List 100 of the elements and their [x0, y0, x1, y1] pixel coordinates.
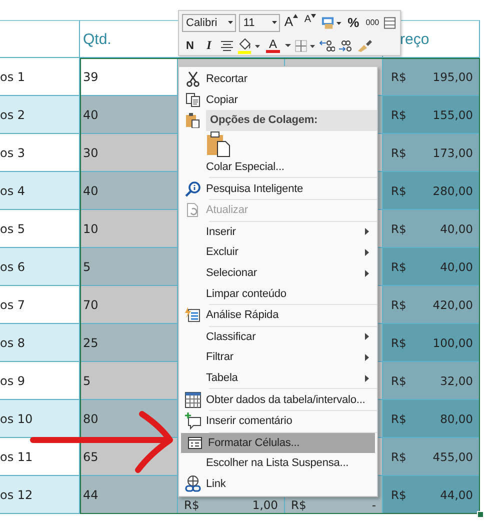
menu-item[interactable]: Análise Rápida [179, 304, 377, 326]
menu-item[interactable]: Filtrar [179, 347, 377, 368]
table-cell: 100,00 [432, 336, 473, 350]
submenu-arrow-icon [365, 270, 369, 277]
menu-item[interactable]: Colar Especial... [179, 156, 377, 178]
font-color-button[interactable]: A [264, 37, 282, 54]
font-size-dropdown[interactable]: 11 [239, 14, 280, 32]
table-cell[interactable]: 25 [80, 324, 178, 362]
menu-item[interactable]: Inserir [179, 222, 377, 242]
table-cell[interactable]: 80 [80, 400, 178, 438]
format-painter-icon[interactable] [357, 38, 373, 52]
increase-decimal-icon[interactable] [319, 38, 335, 52]
thousands-separator-button[interactable]: 000 [364, 14, 380, 31]
submenu-arrow-icon [365, 228, 369, 236]
menu-item[interactable]: Link [179, 474, 377, 494]
caret-icon[interactable] [285, 44, 291, 48]
table-cell: os 8 [0, 336, 26, 350]
table-cell: os 5 [0, 222, 26, 236]
decrease-decimal-icon[interactable] [338, 38, 354, 52]
italic-button[interactable]: I [201, 37, 217, 54]
menu-item[interactable]: Formatar Células... [181, 432, 375, 454]
font-name-dropdown[interactable]: Calibri [182, 14, 236, 32]
table-cell: 32,00 [440, 374, 473, 388]
table-cell: 40,00 [440, 222, 473, 236]
menu-item[interactable]: Classificar [179, 326, 377, 348]
submenu-arrow-icon [365, 333, 369, 340]
currency-symbol: R$ [391, 108, 406, 122]
currency-symbol: R$ [391, 336, 406, 350]
menu-item[interactable]: Excluir [179, 242, 377, 263]
table-cell: 40,00 [440, 260, 473, 274]
currency-symbol: R$ [391, 488, 406, 502]
table-cell: os 4 [0, 184, 26, 198]
currency-symbol: R$ [391, 260, 406, 274]
quick-analysis-icon [184, 307, 200, 324]
down-triangle-icon [311, 14, 316, 18]
table-cell: 420,00 [432, 298, 473, 312]
table-cell[interactable]: 39 [80, 58, 178, 96]
search-icon [184, 180, 200, 197]
table-cell: 80,00 [440, 412, 473, 426]
table-cell: 455,00 [432, 450, 473, 464]
format-cells-icon [186, 434, 202, 451]
table-cell: R$ [291, 498, 306, 512]
menu-item[interactable]: Tabela [179, 368, 377, 388]
table-cell: os 12 [0, 488, 33, 502]
fill-color-icon[interactable] [237, 38, 261, 54]
menu-section-header: Opções de Colagem: [206, 110, 377, 131]
submenu-arrow-icon [365, 248, 369, 256]
table-format-icon[interactable] [383, 16, 397, 30]
table-cell[interactable]: 40 [80, 172, 178, 210]
table-cell: R$ [184, 498, 200, 512]
currency-symbol: R$ [391, 146, 406, 160]
menu-item[interactable]: Obter dados da tabela/intervalo... [179, 389, 377, 410]
scissors-icon [184, 71, 200, 88]
link-icon [184, 474, 202, 493]
table-cell[interactable]: 10 [80, 210, 178, 248]
menu-item[interactable]: Selecionar [179, 262, 377, 284]
menu-item[interactable]: Copiar [179, 90, 377, 110]
bold-button[interactable]: N [182, 37, 198, 54]
table-cell[interactable]: 44 [80, 476, 178, 514]
copy-icon [184, 92, 200, 108]
menu-item[interactable]: Recortar [179, 69, 377, 90]
table-cell: os 3 [0, 146, 26, 160]
table-cell[interactable]: 30 [80, 134, 178, 172]
comment-icon [184, 412, 202, 430]
table-cell: 280,00 [432, 184, 473, 198]
menu-item[interactable]: Inserir comentário [179, 410, 377, 432]
table-cell: os 7 [0, 298, 26, 312]
table-cell: 1,00 [252, 498, 278, 512]
currency-symbol: R$ [391, 412, 406, 426]
borders-icon[interactable] [294, 38, 316, 52]
menu-item[interactable]: Limpar conteúdo [179, 283, 377, 304]
submenu-arrow-icon [365, 354, 369, 361]
table-cell: os 10 [0, 412, 33, 426]
column-header: Qtd. [80, 20, 178, 58]
submenu-arrow-icon [365, 374, 369, 382]
clipboard-icon[interactable] [206, 130, 232, 157]
fill-handle[interactable] [477, 511, 484, 518]
table-cell[interactable]: 40 [80, 96, 178, 134]
menu-item[interactable]: Escolher na Lista Suspensa... [179, 453, 377, 474]
table-cell[interactable]: 5 [80, 362, 178, 400]
caret-icon [272, 20, 278, 24]
table-cell[interactable]: 5 [80, 248, 178, 286]
table-icon [184, 390, 202, 409]
align-center-icon[interactable] [220, 40, 234, 52]
percent-button[interactable]: % [345, 14, 362, 31]
refresh-icon [184, 202, 200, 218]
currency-symbol: R$ [391, 298, 406, 312]
currency-symbol: R$ [391, 374, 406, 388]
table-cell: os 6 [0, 260, 26, 274]
table-cell: 195,00 [432, 70, 473, 84]
increase-font-button[interactable]: A [283, 14, 300, 31]
number-format-icon[interactable] [321, 16, 342, 30]
table-cell: os 2 [0, 108, 26, 122]
menu-item[interactable]: Pesquisa Inteligente [179, 178, 377, 199]
table-cell: os 11 [0, 450, 33, 464]
currency-symbol: R$ [391, 222, 406, 236]
currency-symbol: R$ [391, 450, 406, 464]
table-cell[interactable]: 70 [80, 286, 178, 324]
decrease-font-button[interactable]: A [302, 14, 318, 31]
table-cell: - [372, 498, 376, 512]
